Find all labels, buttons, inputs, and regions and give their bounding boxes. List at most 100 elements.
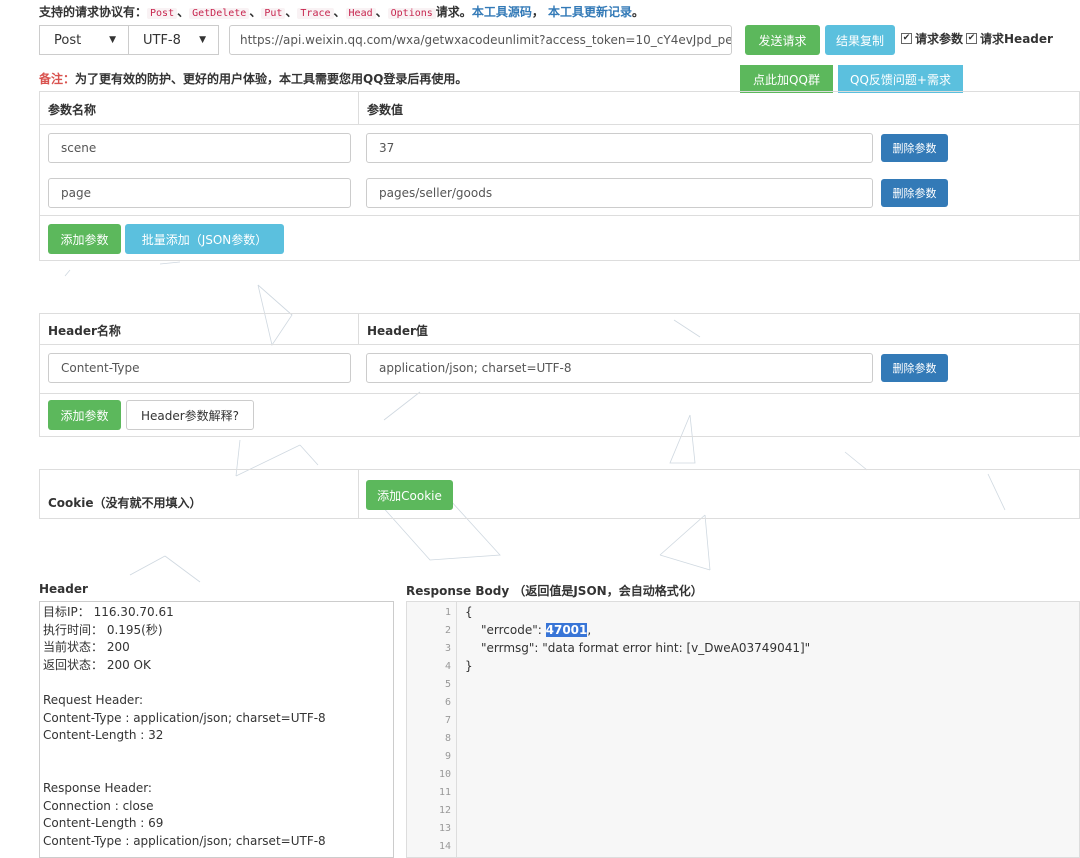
code-line: }: [465, 659, 473, 673]
delete-param-button[interactable]: 删除参数: [881, 134, 948, 162]
response-header-title: Header: [39, 582, 88, 596]
header-line: Content-Length : 32: [43, 728, 164, 743]
add-cookie-button[interactable]: 添加Cookie: [366, 480, 453, 510]
errcode-comma: ,: [587, 623, 592, 637]
delete-param-button[interactable]: 删除参数: [881, 179, 948, 207]
divider: [358, 469, 359, 519]
line-number: 10: [438, 769, 451, 780]
separator: 。: [632, 5, 645, 19]
param-name-input[interactable]: page: [48, 178, 351, 208]
header-line: Content-Type : application/json; charset…: [43, 710, 326, 725]
copy-result-button[interactable]: 结果复制: [825, 25, 895, 55]
protocol-options: Options: [387, 8, 436, 19]
protocol-head: Head: [345, 8, 376, 19]
code-line: {: [465, 605, 473, 619]
protocol-post: Post: [147, 8, 178, 19]
line-number: 1: [444, 607, 451, 618]
divider: [39, 215, 1080, 216]
qq-feedback-button[interactable]: QQ反馈问题+需求: [838, 65, 963, 93]
separator: 、: [285, 5, 298, 19]
response-body-editor[interactable]: 1 2 3 4 5 6 7 8 9 10 11 12 13 14 { "errc…: [406, 601, 1080, 858]
protocol-suffix: 请求。: [435, 5, 472, 19]
header-line: Response Header:: [43, 780, 152, 795]
response-header-pane: 目标IP： 116.30.70.61 执行时间： 0.195(秒) 当前状态： …: [39, 601, 394, 858]
note-label: 备注：: [39, 72, 76, 86]
note-line: 备注：为了更有效的防护、更好的用户体验，本工具需要您用QQ登录后再使用。: [39, 70, 467, 87]
response-body-title: Response Body （返回值是JSON，会自动格式化）: [406, 584, 703, 598]
send-request-button[interactable]: 发送请求: [745, 25, 820, 55]
param-name-input[interactable]: scene: [48, 133, 351, 163]
header-explain-button[interactable]: Header参数解释?: [126, 400, 254, 430]
separator: 、: [177, 5, 190, 19]
qq-group-button[interactable]: 点此加QQ群: [740, 65, 833, 93]
protocol-put: Put: [261, 8, 286, 19]
code-line-errcode: "errcode": 47001,: [481, 623, 591, 637]
add-header-button[interactable]: 添加参数: [48, 400, 121, 430]
method-value: Post: [54, 32, 82, 48]
divider: [39, 393, 1080, 394]
separator: 、: [333, 5, 346, 19]
errcode-value: 47001: [545, 623, 588, 637]
delete-header-button[interactable]: 删除参数: [881, 354, 948, 382]
source-link[interactable]: 本工具源码: [472, 5, 532, 19]
charset-value: UTF-8: [143, 32, 181, 48]
request-params-label: 请求参数: [915, 32, 964, 46]
line-number: 3: [444, 643, 451, 654]
line-number-gutter: [407, 602, 457, 857]
code-line-errmsg: "errmsg": "data format error hint: [v_Dw…: [481, 641, 811, 655]
method-select[interactable]: Post ▼: [39, 25, 129, 55]
changelog-link[interactable]: 本工具更新记录: [548, 5, 632, 19]
header-name-input[interactable]: Content-Type: [48, 353, 351, 383]
bulk-add-button[interactable]: 批量添加（JSON参数）: [125, 224, 284, 254]
dropdown-arrow-icon: ▼: [109, 35, 116, 45]
add-param-button[interactable]: 添加参数: [48, 224, 121, 254]
divider: [39, 344, 1080, 345]
header-line: 执行时间： 0.195(秒): [43, 622, 163, 637]
header-line: Content-Length : 69: [43, 816, 164, 831]
charset-select[interactable]: UTF-8 ▼: [128, 25, 219, 55]
header-line: 返回状态： 200 OK: [43, 657, 151, 672]
param-name-header: 参数名称: [48, 103, 97, 117]
separator: 、: [249, 5, 262, 19]
separator: 、: [375, 5, 388, 19]
checkbox-icon: ✔: [901, 33, 912, 44]
param-value-header: 参数值: [367, 103, 404, 117]
header-value-col: Header值: [367, 324, 428, 338]
header-value-input[interactable]: application/json; charset=UTF-8: [366, 353, 873, 383]
header-line: Request Header:: [43, 692, 144, 707]
protocol-prefix: 支持的请求协议有：: [39, 5, 148, 19]
header-line: Connection : close: [43, 798, 154, 813]
param-value-input[interactable]: 37: [366, 133, 873, 163]
header-line: 目标IP： 116.30.70.61: [43, 605, 174, 619]
errcode-key: "errcode":: [481, 623, 546, 637]
line-number: 12: [438, 805, 451, 816]
line-number: 7: [444, 715, 451, 726]
line-number: 9: [444, 751, 451, 762]
line-number: 2: [444, 625, 451, 636]
line-number: 14: [438, 841, 451, 852]
divider: [39, 124, 1080, 125]
line-number: 6: [444, 697, 451, 708]
divider: [358, 91, 359, 125]
header-line: 当前状态： 200: [43, 640, 130, 655]
checkbox-icon[interactable]: ✔: [966, 33, 978, 44]
line-number: 4: [444, 661, 451, 672]
request-header-label: 请求Header: [980, 32, 1053, 46]
header-name-col: Header名称: [48, 324, 121, 338]
divider: [358, 313, 359, 345]
line-number: 13: [438, 823, 451, 834]
protocol-trace: Trace: [297, 8, 334, 19]
line-number: 11: [438, 787, 451, 798]
dropdown-arrow-icon: ▼: [199, 35, 206, 45]
request-params-checkbox[interactable]: ✔ 请求参数 ✔ 请求Header: [901, 30, 1053, 47]
separator: ，: [531, 5, 544, 19]
protocol-getdelete: GetDelete: [189, 8, 250, 19]
param-value-input[interactable]: pages/seller/goods: [366, 178, 873, 208]
line-number: 5: [444, 679, 451, 690]
url-input[interactable]: https://api.weixin.qq.com/wxa/getwxacode…: [229, 25, 732, 55]
cookie-label: Cookie（没有就不用填入）: [48, 496, 202, 510]
note-text: 为了更有效的防护、更好的用户体验，本工具需要您用QQ登录后再使用。: [75, 72, 468, 86]
